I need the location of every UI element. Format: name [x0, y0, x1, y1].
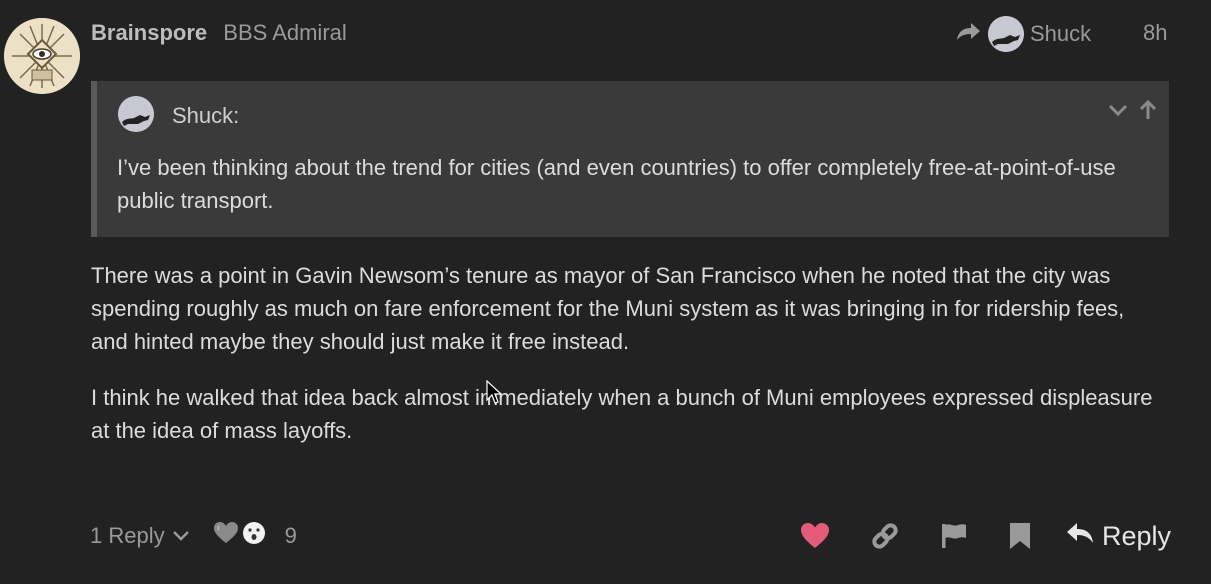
flag-icon[interactable] — [940, 522, 968, 550]
reply-button[interactable]: Reply — [1066, 521, 1171, 552]
show-replies-button[interactable]: 1 Reply — [90, 523, 191, 549]
reaction-count: 9 — [284, 523, 297, 548]
post-paragraph: There was a point in Gavin Newsom’s tenu… — [91, 263, 1125, 354]
copy-link-icon[interactable] — [870, 521, 900, 551]
quote-avatar — [118, 96, 154, 132]
reply-label: Reply — [1101, 520, 1171, 551]
chevron-down-icon — [171, 523, 191, 549]
user-title: BBS Admiral — [223, 20, 347, 45]
reply-arrow-icon — [1066, 521, 1094, 552]
reply-to-username: Shuck — [1030, 21, 1092, 46]
expand-quote-chevron-down-icon[interactable] — [1107, 99, 1129, 126]
quote-username: Shuck: — [172, 103, 240, 128]
replies-label: 1 Reply — [90, 523, 165, 548]
post-footer-left: 1 Reply 9 — [90, 519, 297, 553]
post-author: Brainspore BBS Admiral — [91, 20, 347, 46]
like-heart-icon[interactable] — [800, 522, 830, 550]
go-to-quoted-arrow-up-icon[interactable] — [1137, 99, 1159, 126]
reply-to-tab[interactable]: Shuck — [956, 14, 1091, 54]
author-avatar[interactable] — [4, 18, 80, 94]
post-actions: Reply — [800, 515, 1171, 557]
username-link[interactable]: Brainspore — [91, 20, 207, 45]
share-reply-arrow-icon — [956, 20, 982, 48]
grey-heart-emoji-icon — [213, 521, 239, 551]
surprised-face-emoji-icon — [241, 520, 267, 552]
mouse-pointer-icon — [486, 379, 503, 411]
quote-controls — [1107, 99, 1159, 126]
post-date[interactable]: 8h — [1143, 20, 1167, 46]
quote-block: Shuck: I’ve been thinking about the tren… — [91, 81, 1169, 237]
bookmark-icon[interactable] — [1008, 522, 1032, 550]
reply-to-avatar — [988, 16, 1024, 52]
reactions-summary[interactable]: 9 — [213, 520, 297, 552]
post-paragraph: I think he walked that idea back almost … — [91, 385, 1153, 443]
quote-text: I’ve been thinking about the trend for c… — [117, 155, 1116, 213]
